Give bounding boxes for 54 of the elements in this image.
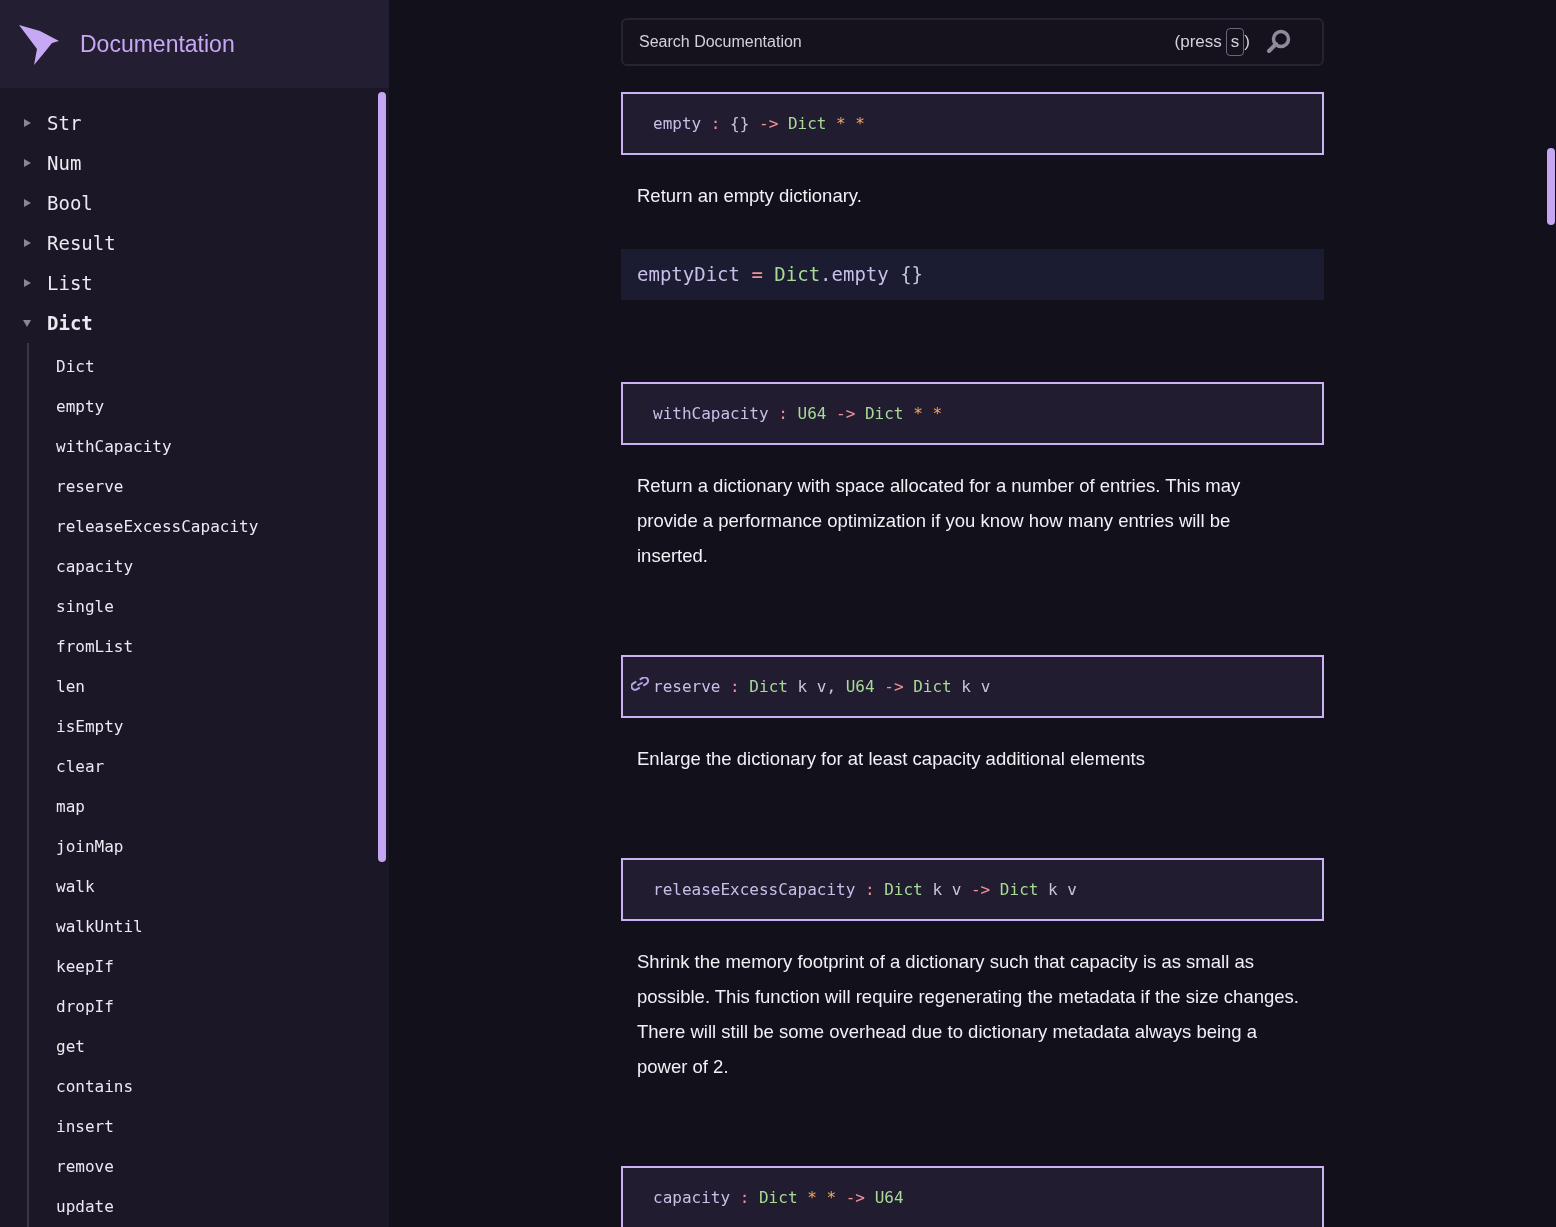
module-link[interactable]: Str — [47, 108, 82, 138]
search-bar[interactable]: Search Documentation (press s ) — [621, 18, 1324, 66]
type-signature: releaseExcessCapacity : Dict k v -> Dict k v — [621, 858, 1324, 921]
caret-down-icon[interactable] — [22, 318, 32, 328]
function-link[interactable]: fromList — [56, 635, 134, 659]
module-link[interactable]: Result — [47, 228, 116, 258]
type-signature: empty : {} -> Dict * * — [621, 92, 1324, 155]
type-signature: capacity : Dict * * -> U64 — [621, 1166, 1324, 1227]
function-link[interactable]: Dict — [56, 355, 95, 379]
shortcut-hint-end: ) — [1244, 31, 1250, 54]
function-link[interactable]: empty — [56, 395, 105, 419]
function-link[interactable]: get — [56, 1035, 85, 1059]
site-title[interactable]: Documentation — [80, 26, 235, 62]
code-example: emptyDict = Dict.empty {} — [621, 249, 1324, 300]
caret-right-icon[interactable] — [22, 198, 32, 208]
function-link[interactable]: len — [56, 675, 85, 699]
module-link[interactable]: List — [47, 268, 93, 298]
type-signature: reserve : Dict k v, U64 -> Dict k v — [621, 655, 1324, 718]
search-field[interactable]: Search Documentation — [639, 30, 1175, 54]
function-link[interactable]: isEmpty — [56, 715, 124, 739]
function-link[interactable]: joinMap — [56, 835, 124, 859]
description: Return an empty dictionary. — [636, 184, 863, 208]
function-link[interactable]: map — [56, 795, 85, 819]
function-link[interactable]: walkUntil — [56, 915, 143, 939]
page-scrollbar[interactable] — [1547, 148, 1555, 225]
module-link[interactable]: Dict — [47, 308, 93, 338]
description: Shrink the memory footprint of a dictionary such that capacity is as small as possible. This function will require regenerating the metadata if the size changes. There will still be some overhead due to dictionary metadata always being a power of 2. — [636, 950, 1300, 1079]
function-link[interactable]: update — [56, 1195, 114, 1219]
function-link[interactable]: capacity — [56, 555, 134, 579]
function-link[interactable]: contains — [56, 1075, 134, 1099]
description: Return a dictionary with space allocated for a number of entries. This may provide a performance optimization if you know how many entries will be inserted. — [636, 474, 1242, 568]
function-link[interactable]: remove — [56, 1155, 114, 1179]
caret-right-icon[interactable] — [22, 278, 32, 288]
type-signature: withCapacity : U64 -> Dict * * — [621, 382, 1324, 445]
function-link[interactable]: releaseExcessCapacity — [56, 515, 259, 539]
function-link[interactable]: clear — [56, 755, 105, 779]
function-link[interactable]: walk — [56, 875, 95, 899]
module-link[interactable]: Num — [47, 148, 82, 178]
function-link[interactable]: insert — [56, 1115, 114, 1139]
function-link[interactable]: single — [56, 595, 114, 619]
function-link[interactable]: reserve — [56, 475, 124, 499]
sidebar-scrollbar[interactable] — [378, 92, 386, 862]
caret-right-icon[interactable] — [22, 118, 32, 128]
module-link[interactable]: Bool — [47, 188, 93, 218]
search-icon[interactable] — [1266, 29, 1292, 55]
function-link[interactable]: keepIf — [56, 955, 114, 979]
description: Enlarge the dictionary for at least capacity additional elements — [636, 747, 1146, 771]
caret-right-icon[interactable] — [22, 238, 32, 248]
link-icon[interactable] — [631, 677, 649, 691]
keyboard-key: s — [1225, 28, 1245, 56]
function-link[interactable]: dropIf — [56, 995, 114, 1019]
shortcut-hint: (press — [1174, 31, 1222, 54]
caret-right-icon[interactable] — [22, 158, 32, 168]
function-link[interactable]: withCapacity — [56, 435, 172, 459]
